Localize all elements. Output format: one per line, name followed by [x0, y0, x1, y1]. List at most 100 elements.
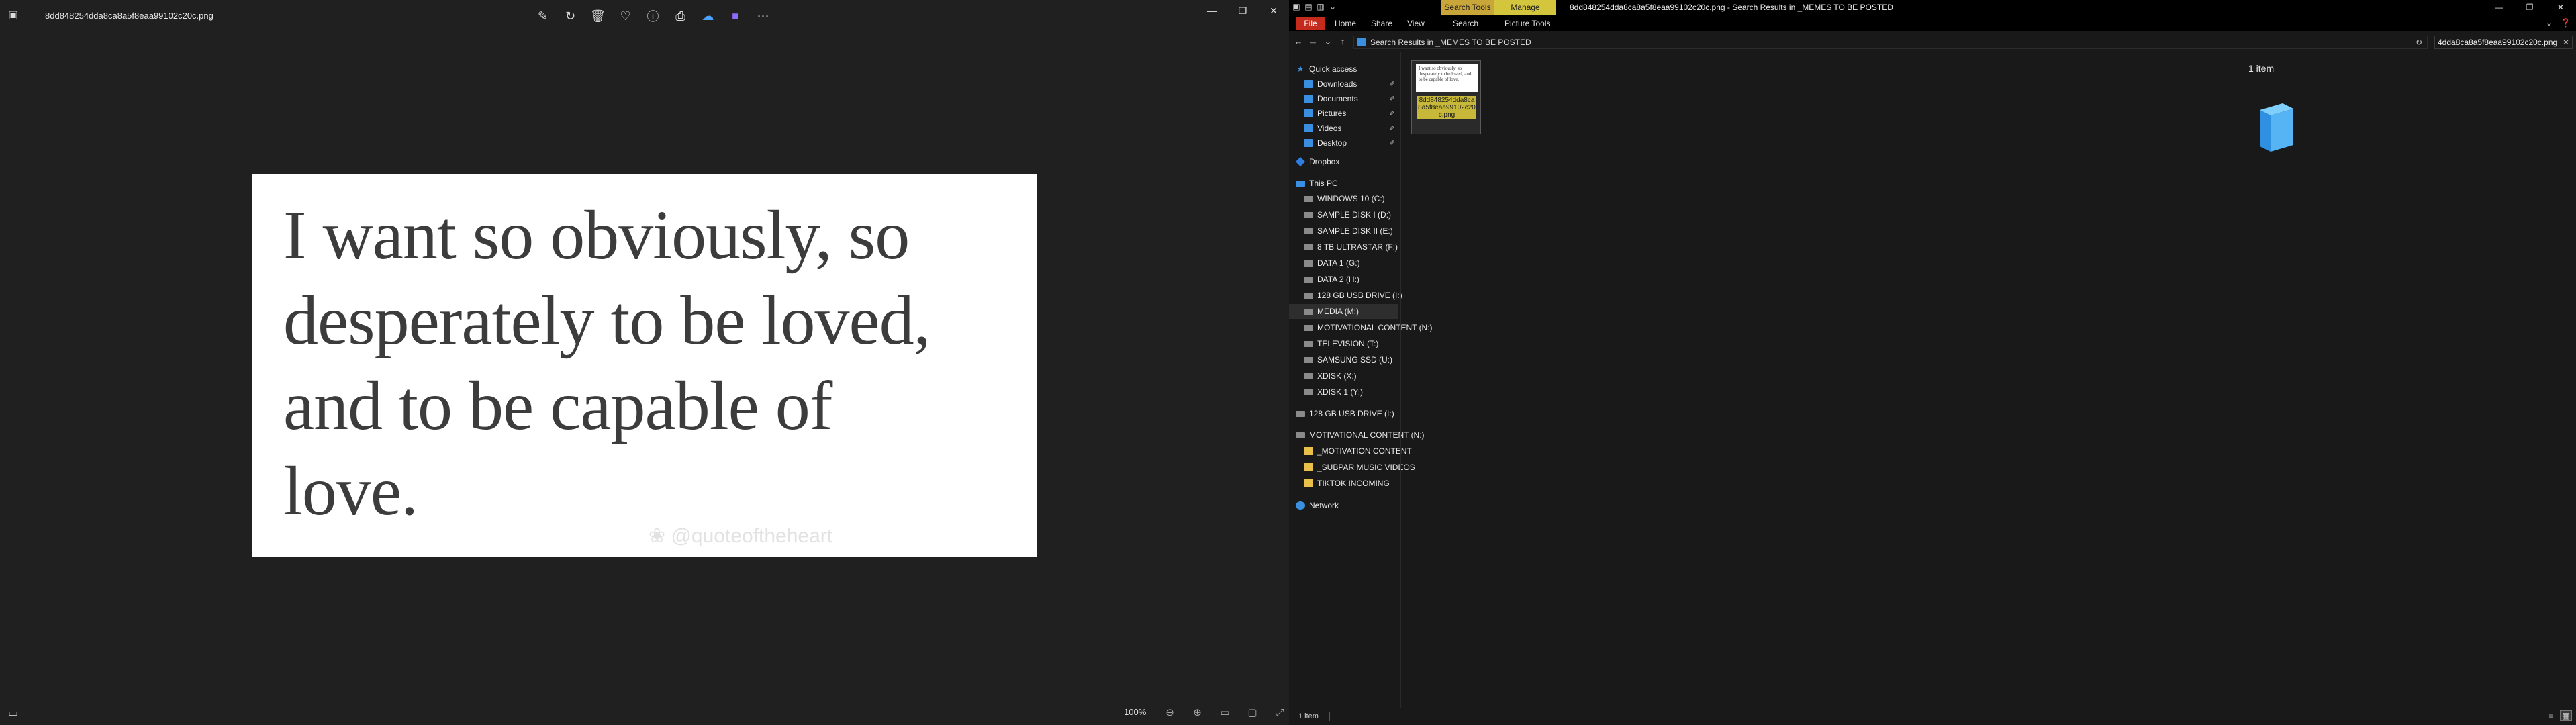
usb-drive-icon [1296, 410, 1305, 417]
customize-qat-icon[interactable]: ⌄ [1328, 2, 1337, 11]
nav-drive[interactable]: XDISK (X:) [1289, 369, 1398, 383]
help-icon[interactable]: ❓ [2561, 18, 2571, 28]
file-thumbnail: I want so obviously, so desperately to b… [1416, 64, 1478, 92]
restore-icon[interactable]: ❐ [1227, 0, 1258, 21]
recent-locations-icon[interactable]: ⌄ [1323, 36, 1333, 47]
tab-search[interactable]: Search [1447, 17, 1484, 30]
clipchamp-icon[interactable]: ■ [722, 7, 749, 26]
pane-divider[interactable] [1400, 52, 1401, 708]
more-icon[interactable]: ⋯ [749, 7, 777, 26]
properties-icon[interactable]: ▤ [1304, 2, 1313, 11]
nav-drive[interactable]: TELEVISION (T:) [1289, 336, 1398, 351]
onedrive-icon[interactable]: ☁ [694, 7, 722, 26]
image-quote-text: I want so obviously, so desperately to b… [283, 193, 1022, 534]
close-icon[interactable]: ✕ [1258, 0, 1289, 21]
photos-window-controls: ― ❐ ✕ [1196, 0, 1289, 21]
clear-search-icon[interactable]: ✕ [2563, 36, 2569, 48]
zoom-out-icon[interactable]: ⊖ [1156, 704, 1184, 721]
search-tools-context-tab[interactable]: Search Tools [1441, 0, 1494, 15]
nav-folder[interactable]: _MOTIVATION CONTENT [1289, 444, 1412, 458]
tab-picture-tools[interactable]: Picture Tools [1499, 17, 1556, 30]
nav-usb-drive[interactable]: 128 GB USB DRIVE (I:) [1289, 406, 1398, 421]
minimize-icon[interactable]: ― [2483, 0, 2514, 15]
photos-app-icon[interactable]: ▣ [8, 9, 20, 21]
pin-icon: ✐ [1389, 139, 1395, 147]
minimize-icon[interactable]: ― [1196, 0, 1227, 21]
nav-drive[interactable]: SAMPLE DISK I (D:) [1289, 207, 1398, 222]
videos-icon [1304, 124, 1313, 132]
nav-label: Network [1309, 501, 1339, 510]
nav-this-pc[interactable]: This PC [1289, 176, 1398, 191]
tab-view[interactable]: View [1402, 17, 1430, 30]
restore-icon[interactable]: ❐ [2514, 0, 2545, 15]
nav-drive[interactable]: DATA 2 (H:) [1289, 272, 1398, 287]
large-icons-view-icon[interactable]: ▦ [2560, 710, 2572, 721]
nav-drive[interactable]: WINDOWS 10 (C:) [1289, 191, 1398, 206]
details-view-icon[interactable]: ≡ [2545, 710, 2557, 721]
zoom-in-icon[interactable]: ⊕ [1184, 704, 1211, 721]
photos-filename: 8dd848254dda8ca8a5f8eaa99102c20c.png [45, 11, 213, 21]
status-bar: 1 item ≡ ▦ [1289, 708, 2576, 725]
explorer-app-icon[interactable]: ▣ [1292, 2, 1301, 11]
expand-ribbon-icon[interactable]: ⌄ [2546, 18, 2553, 28]
quote-line: I want so obviously, so [283, 197, 910, 274]
folder-icon [1304, 479, 1313, 487]
search-input[interactable]: 4dda8ca8a5f8eaa99102c20c.png ✕ [2434, 36, 2573, 49]
nav-documents[interactable]: Documents ✐ [1289, 91, 1398, 106]
nav-quick-access[interactable]: ★ Quick access [1289, 62, 1398, 77]
nav-label: SAMPLE DISK I (D:) [1317, 210, 1392, 220]
drive-icon [1304, 324, 1313, 331]
fit-to-window-icon[interactable]: ▭ [1211, 704, 1239, 721]
nav-drive[interactable]: 8 TB ULTRASTAR (F:) [1289, 240, 1398, 254]
forward-icon[interactable]: → [1308, 36, 1319, 47]
nav-drive[interactable]: MOTIVATIONAL CONTENT (N:) [1289, 320, 1433, 335]
nav-network[interactable]: Network [1289, 498, 1398, 513]
nav-label: Downloads [1317, 79, 1357, 89]
info-icon[interactable]: ⓘ [639, 7, 667, 26]
nav-folder[interactable]: _SUBPAR MUSIC VIDEOS [1289, 460, 1415, 475]
image-watermark: ❀ @quoteoftheheart [649, 525, 833, 547]
rotate-icon[interactable]: ↻ [557, 7, 584, 26]
nav-label: This PC [1309, 179, 1338, 188]
new-folder-icon[interactable]: ▥ [1316, 2, 1325, 11]
close-icon[interactable]: ✕ [2545, 0, 2576, 15]
tab-file[interactable]: File [1296, 17, 1325, 30]
edit-image-icon[interactable]: ✎ [529, 7, 557, 26]
back-icon[interactable]: ← [1293, 36, 1304, 47]
nav-label: 128 GB USB DRIVE (I:) [1309, 409, 1394, 418]
photos-title-bar: ▣ 8dd848254dda8ca8a5f8eaa99102c20c.png ✎… [0, 0, 1289, 32]
up-icon[interactable]: ↑ [1337, 36, 1348, 47]
file-item-selected[interactable]: I want so obviously, so desperately to b… [1411, 60, 1481, 134]
nav-drive[interactable]: DATA 1 (G:) [1289, 256, 1398, 271]
favorite-icon[interactable]: ♡ [612, 7, 639, 26]
delete-icon[interactable]: 🗑 [584, 7, 612, 26]
nav-downloads[interactable]: Downloads ✐ [1289, 77, 1398, 91]
nav-drive[interactable]: SAMSUNG SSD (U:) [1289, 352, 1398, 367]
drive-icon [1304, 211, 1313, 218]
nav-folder[interactable]: TIKTOK INCOMING [1289, 476, 1398, 491]
nav-drive[interactable]: 128 GB USB DRIVE (I:) [1289, 288, 1402, 303]
nav-drive-selected[interactable]: MEDIA (M:) [1289, 304, 1398, 319]
filmstrip-icon[interactable]: ▭ [8, 706, 18, 720]
nav-drive[interactable]: SAMPLE DISK II (E:) [1289, 224, 1398, 238]
folder-icon [1304, 463, 1313, 471]
tab-share[interactable]: Share [1366, 17, 1398, 30]
manage-context-tab[interactable]: Manage [1494, 0, 1556, 15]
nav-label: Pictures [1317, 109, 1347, 118]
nav-label: WINDOWS 10 (C:) [1317, 194, 1385, 203]
nav-motivational-content[interactable]: MOTIVATIONAL CONTENT (N:) [1289, 428, 1425, 442]
pin-icon: ✐ [1389, 80, 1395, 88]
zoom-level[interactable]: 100% [1124, 707, 1146, 717]
actual-size-icon[interactable]: ▢ [1239, 704, 1266, 721]
tab-home[interactable]: Home [1329, 17, 1362, 30]
nav-videos[interactable]: Videos ✐ [1289, 121, 1398, 136]
nav-drive[interactable]: XDISK 1 (Y:) [1289, 385, 1398, 399]
nav-pictures[interactable]: Pictures ✐ [1289, 106, 1398, 121]
displayed-image[interactable]: I want so obviously, so desperately to b… [252, 174, 1037, 557]
refresh-icon[interactable]: ↻ [2416, 38, 2422, 47]
nav-dropbox[interactable]: Dropbox [1289, 154, 1398, 169]
print-icon[interactable]: ⎙ [667, 7, 694, 26]
address-bar[interactable]: Search Results in _MEMES TO BE POSTED [1353, 36, 2428, 49]
pin-icon: ✐ [1389, 109, 1395, 117]
nav-desktop[interactable]: Desktop ✐ [1289, 136, 1398, 150]
